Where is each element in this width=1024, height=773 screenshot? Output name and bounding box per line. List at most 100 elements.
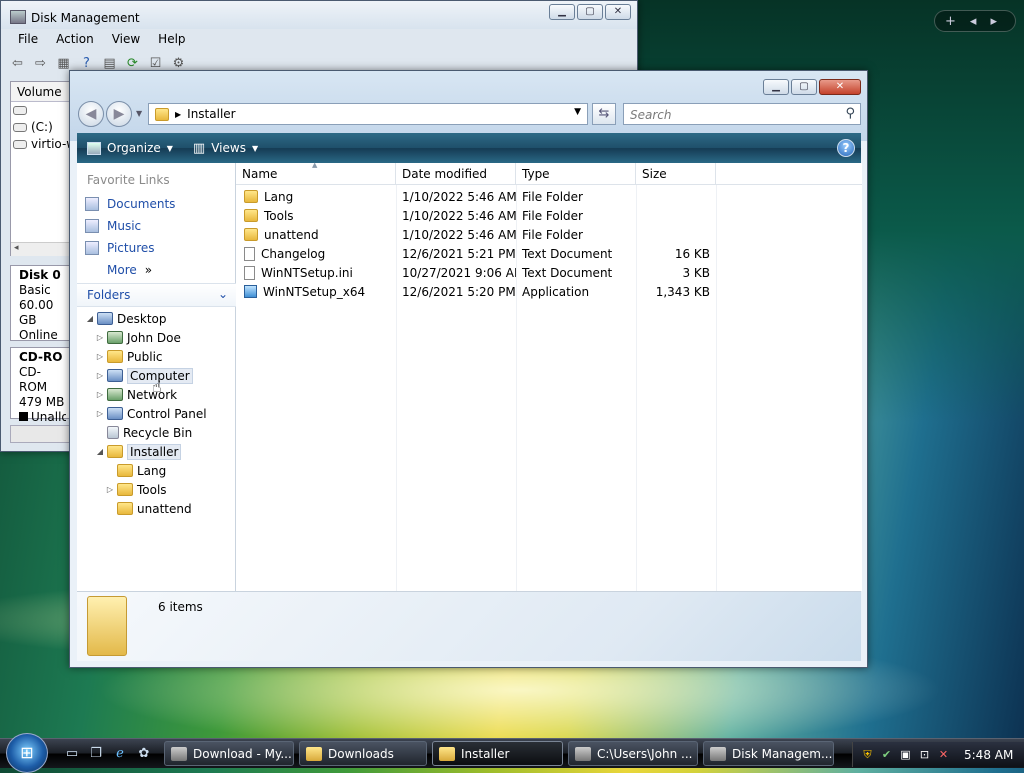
expanded-arrow-icon[interactable]: ◢ (95, 447, 105, 456)
start-button[interactable]: ⊞ (6, 733, 48, 773)
expanded-arrow-icon[interactable]: ◢ (85, 314, 95, 323)
volume-list[interactable]: Volume (C:) virtio-w ◂ (10, 81, 75, 256)
recent-pages-chevron-icon[interactable]: ▼ (134, 101, 142, 127)
column-header-size[interactable]: Size (636, 163, 716, 185)
refresh-button[interactable]: ⇆ (592, 103, 616, 125)
security-shield-icon[interactable]: ⛨ (861, 748, 874, 761)
collapsed-arrow-icon[interactable]: ▷ (95, 409, 105, 418)
folder-icon (107, 350, 123, 363)
network-icon (107, 388, 123, 401)
folder-icon (244, 190, 258, 203)
table-row[interactable]: Changelog 12/6/2021 5:21 PM Text Documen… (236, 244, 716, 263)
tree-item-lang[interactable]: Lang (77, 461, 236, 480)
taskbar-button-disk-management[interactable]: Disk Managem... (703, 741, 834, 766)
tree-item-recycle-bin[interactable]: Recycle Bin (77, 423, 236, 442)
prev-gadget-icon[interactable]: ◂ (970, 14, 977, 29)
favorite-link-pictures[interactable]: Pictures (77, 237, 235, 259)
help-button[interactable]: ? (837, 139, 855, 157)
taskbar-button-downloads[interactable]: Downloads (299, 741, 427, 766)
forward-button[interactable]: ▶ (106, 101, 132, 127)
views-button[interactable]: ▥ Views ▼ (183, 141, 268, 156)
internet-explorer-icon[interactable]: ℯ (112, 746, 128, 762)
back-button[interactable]: ◀ (78, 101, 104, 127)
add-gadget-icon[interactable]: + (945, 14, 956, 29)
tray-app-icon[interactable]: ▣ (899, 748, 912, 761)
file-list-pane[interactable]: ▲ Name Date modified Type Size Lang 1/10/… (236, 161, 862, 591)
next-gadget-icon[interactable]: ▸ (990, 14, 997, 29)
table-row[interactable]: unattend 1/10/2022 5:46 AM File Folder (236, 225, 716, 244)
volume-row[interactable]: (C:) (11, 119, 74, 136)
search-icon[interactable]: ⚲ (845, 106, 855, 121)
table-row[interactable]: WinNTSetup_x64 12/6/2021 5:20 PM Applica… (236, 282, 716, 301)
back-arrow-icon[interactable]: ⇦ (9, 56, 26, 72)
menu-file[interactable]: File (9, 31, 47, 47)
table-row[interactable]: Lang 1/10/2022 5:46 AM File Folder (236, 187, 716, 206)
taskbar-button-command-prompt[interactable]: C:\Users\John ... (568, 741, 698, 766)
close-button[interactable]: ✕ (819, 79, 861, 95)
favorite-link-documents[interactable]: Documents (77, 193, 235, 215)
collapsed-arrow-icon[interactable]: ▷ (95, 371, 105, 380)
taskbar-button-installer[interactable]: Installer (432, 741, 563, 766)
type-cell: File Folder (522, 227, 583, 242)
disk-name: Disk 0 (19, 268, 61, 282)
maximize-button[interactable]: ▢ (791, 79, 817, 95)
table-row[interactable]: WinNTSetup.ini 10/27/2021 9:06 AM Text D… (236, 263, 716, 282)
collapsed-arrow-icon[interactable]: ▷ (95, 333, 105, 342)
app-shortcut-icon[interactable]: ✿ (136, 746, 152, 762)
disk-management-titlebar[interactable]: Disk Management ▁ ▢ ✕ (1, 1, 637, 29)
address-bar[interactable]: ▶ Installer ▼ (148, 103, 588, 125)
volume-muted-icon[interactable]: ✕ (937, 748, 950, 761)
tree-item-control-panel[interactable]: ▷ Control Panel (77, 404, 236, 423)
column-header-type[interactable]: Type (516, 163, 636, 185)
network-icon[interactable]: ⊡ (918, 748, 931, 761)
volume-row[interactable]: virtio-w (11, 136, 74, 153)
tree-item-unattend[interactable]: unattend (77, 499, 236, 518)
folders-header[interactable]: Folders ⌄ (77, 283, 236, 307)
forward-arrow-icon[interactable]: ⇨ (32, 56, 49, 72)
tree-item-installer[interactable]: ◢ Installer (77, 442, 236, 461)
menu-help[interactable]: Help (149, 31, 194, 47)
table-row[interactable]: Tools 1/10/2022 5:46 AM File Folder (236, 206, 716, 225)
column-headers: ▲ Name Date modified Type Size (236, 161, 862, 185)
explorer-titlebar[interactable]: ▁ ▢ ✕ (70, 71, 867, 99)
search-input[interactable]: Search ⚲ (623, 103, 861, 125)
tree-item-public[interactable]: ▷ Public (77, 347, 236, 366)
switch-windows-icon[interactable]: ❐ (88, 746, 104, 762)
show-desktop-icon[interactable]: ▭ (64, 746, 80, 762)
horizontal-scrollbar[interactable]: ◂ (11, 242, 74, 256)
collapsed-arrow-icon[interactable]: ▷ (95, 390, 105, 399)
maximize-button[interactable]: ▢ (577, 4, 603, 20)
breadcrumb-installer[interactable]: Installer (187, 107, 235, 121)
favorite-link-music[interactable]: Music (77, 215, 235, 237)
minimize-button[interactable]: ▁ (549, 4, 575, 20)
address-dropdown-icon[interactable]: ▼ (574, 107, 581, 117)
collapsed-arrow-icon[interactable]: ▷ (105, 485, 115, 494)
volume-column-header[interactable]: Volume (11, 82, 74, 102)
sidebar-gadget-controls[interactable]: + ◂ ▸ (934, 10, 1016, 32)
chevron-down-icon: ▼ (166, 143, 173, 153)
legend-unallocated: Unalloca (19, 410, 66, 425)
tree-item-desktop[interactable]: ◢ Desktop (77, 309, 236, 328)
collapsed-arrow-icon[interactable]: ▷ (95, 352, 105, 361)
close-button[interactable]: ✕ (605, 4, 631, 20)
organize-button[interactable]: Organize ▼ (77, 141, 183, 155)
tree-item-tools[interactable]: ▷ Tools (77, 480, 236, 499)
tree-item-john-doe[interactable]: ▷ John Doe (77, 328, 236, 347)
disk-management-app-icon (10, 10, 26, 24)
volume-row[interactable] (11, 102, 74, 119)
clock[interactable]: 5:48 AM (964, 748, 1013, 762)
menu-action[interactable]: Action (47, 31, 103, 47)
column-header-date-modified[interactable]: Date modified (396, 163, 516, 185)
chevron-down-icon[interactable]: ⌄ (218, 287, 228, 301)
breadcrumb-chevron-icon[interactable]: ▶ (175, 110, 181, 119)
update-icon[interactable]: ✔ (880, 748, 893, 761)
disk-0-panel[interactable]: Disk 0 Basic 60.00 GB Online (10, 265, 75, 342)
menu-view[interactable]: View (103, 31, 149, 47)
taskbar-button-download[interactable]: Download - My... (164, 741, 294, 766)
disk-management-icon (710, 746, 726, 761)
column-header-name[interactable]: ▲ Name (236, 161, 396, 185)
more-links[interactable]: More» (77, 259, 235, 281)
cdrom-panel[interactable]: CD-RO CD-ROM 479 MB Unalloca (10, 347, 75, 424)
minimize-button[interactable]: ▁ (763, 79, 789, 95)
desktop-icon (97, 312, 113, 325)
